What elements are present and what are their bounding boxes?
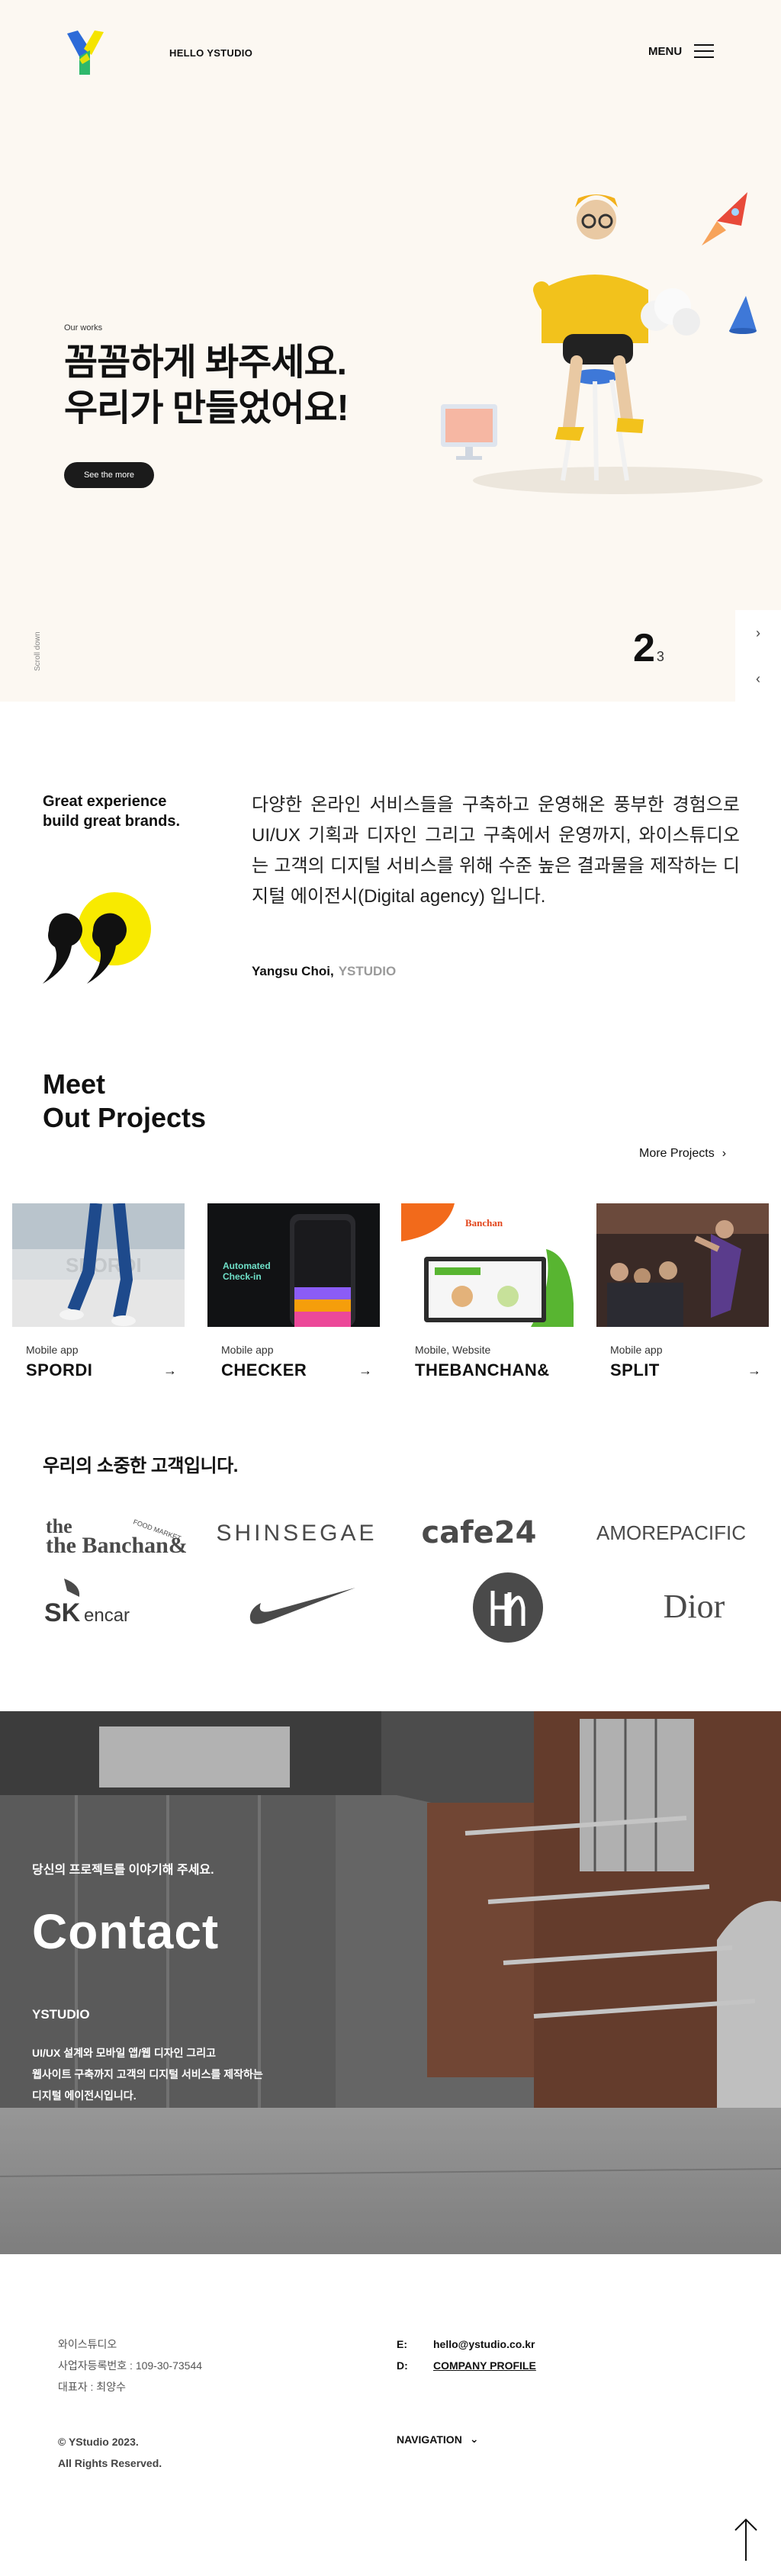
contact-desc-line: 디지털 에이전시입니다.	[32, 2089, 137, 2102]
project-name: SPLIT	[610, 1360, 660, 1380]
hero-section: HELLO YSTUDIO MENU Our works 꼼꼼하게 봐주세요. …	[0, 0, 781, 702]
footer-contact-info: E: hello@ystudio.co.kr D: COMPANY PROFILE	[397, 2333, 536, 2376]
project-thumbnail: Banchan	[401, 1203, 574, 1327]
project-category: Mobile app	[610, 1344, 663, 1356]
more-projects-link[interactable]: More Projects ›	[639, 1147, 726, 1161]
client-logo-skencar: SK encar	[41, 1574, 156, 1632]
chevron-right-icon: ›	[722, 1147, 727, 1160]
svg-text:Check-in: Check-in	[223, 1271, 262, 1282]
scroll-to-top-icon[interactable]	[732, 2517, 760, 2562]
svg-text:encar: encar	[84, 1605, 130, 1626]
contact-desc-line: 웹사이트 구축까지 고객의 디지털 서비스를 제작하는	[32, 2068, 263, 2080]
slide-counter: 23	[633, 625, 664, 671]
company-profile-link[interactable]: COMPANY PROFILE	[433, 2359, 536, 2372]
hero-eyebrow: Our works	[64, 323, 103, 332]
footer-navigation-toggle[interactable]: NAVIGATION ⌄	[397, 2433, 479, 2446]
contact-brand: YSTUDIO	[32, 2007, 90, 2022]
footer-company-info: 와이스튜디오 사업자등록번호 : 109-30-73544 대표자 : 최양수	[58, 2333, 202, 2398]
project-thumbnail	[596, 1203, 769, 1327]
client-logo-nike	[246, 1577, 360, 1630]
footer-company: 와이스튜디오	[58, 2338, 117, 2350]
slide-controls: › ‹	[735, 610, 781, 702]
copyright-line: All Rights Reserved.	[58, 2457, 162, 2469]
slide-total: 3	[656, 649, 664, 664]
arrow-right-icon: →	[358, 1362, 372, 1378]
client-logo-cafe24: cafe24	[421, 1515, 537, 1550]
footer-copyright: © YStudio 2023. All Rights Reserved.	[58, 2431, 162, 2474]
footer-nav-label: NAVIGATION	[397, 2433, 462, 2446]
project-category: Mobile app	[221, 1344, 274, 1356]
project-category: Mobile, Website	[415, 1344, 491, 1356]
about-heading: Great experience build great brands.	[43, 793, 181, 830]
project-cards: SPORDI Mobile app SPORDI → Automated Che…	[12, 1203, 781, 1386]
hamburger-icon	[694, 44, 715, 58]
hero-title-line-1: 꼼꼼하게 봐주세요.	[64, 342, 347, 383]
brand-text[interactable]: HELLO YSTUDIO	[169, 47, 252, 59]
slide-current: 2	[633, 626, 655, 670]
author-name: Yangsu Choi,	[252, 964, 334, 978]
footer-doc-key: D:	[397, 2359, 408, 2372]
project-thumbnail: SPORDI	[12, 1203, 185, 1327]
ystudio-logo[interactable]	[64, 29, 107, 76]
contact-subtitle: 당신의 프로젝트를 이야기해 주세요.	[32, 1864, 214, 1877]
about-body: 다양한 온라인 서비스들을 구축하고 운영해온 풍부한 경험으로 UI/UX 기…	[252, 795, 740, 907]
client-logo-grid: the the Banchan& FOOD MARKET SHINSEGAE c…	[31, 1495, 763, 1647]
client-logo-shinsegae: SHINSEGAE	[216, 1521, 378, 1546]
svg-text:SK: SK	[44, 1598, 81, 1627]
client-logo-dior: Dior	[663, 1587, 725, 1625]
clients-title: 우리의 소중한 고객입니다.	[43, 1456, 238, 1476]
see-more-button[interactable]: See the more	[64, 462, 154, 488]
client-logo-hm	[471, 1571, 545, 1644]
footer-email-link[interactable]: hello@ystudio.co.kr	[433, 2338, 535, 2350]
project-thumbnail: Automated Check-in	[207, 1203, 380, 1327]
contact-section	[0, 1711, 781, 2254]
footer-ceo: 대표자 : 최양수	[58, 2381, 126, 2393]
hero-character-illustration	[441, 192, 763, 494]
copyright-line: © YStudio 2023.	[58, 2436, 139, 2448]
svg-text:Banchan: Banchan	[465, 1217, 503, 1229]
scroll-down-label: Scroll down	[34, 631, 42, 671]
next-slide-icon[interactable]: ›	[756, 625, 760, 641]
project-card-thebanchan[interactable]: Banchan Mobile, Website THEBANCHAN& →	[401, 1203, 574, 1380]
author-company: YSTUDIO	[338, 964, 397, 978]
quote-mark-icon	[43, 892, 151, 984]
arrow-right-icon: →	[163, 1362, 177, 1378]
contact-description: UI/UX 설계와 모바일 앱/웹 디자인 그리고 웹사이트 구축까지 고객의 …	[32, 2042, 307, 2106]
client-logo-thebanchan: the the Banchan& FOOD MARKET	[41, 1505, 186, 1559]
project-name: THEBANCHAN&	[415, 1360, 550, 1380]
contact-desc-line: UI/UX 설계와 모바일 앱/웹 디자인 그리고	[32, 2047, 216, 2059]
client-logo-amorepacific: AMOREPACIFIC	[596, 1521, 746, 1544]
contact-title[interactable]: Contact	[32, 1903, 219, 1960]
arrow-right-icon: →	[747, 1362, 761, 1378]
office-background-image	[0, 1711, 781, 2254]
hero-title: 꼼꼼하게 봐주세요. 우리가 만들었어요!	[64, 340, 349, 432]
more-projects-label: More Projects	[639, 1147, 715, 1160]
project-category: Mobile app	[26, 1344, 79, 1356]
project-card-checker[interactable]: Automated Check-in Mobile app CHECKER →	[207, 1203, 380, 1380]
footer-biz-number: 사업자등록번호 : 109-30-73544	[58, 2359, 203, 2372]
svg-text:Automated: Automated	[223, 1261, 271, 1271]
project-name: SPORDI	[26, 1360, 93, 1380]
author-credit: Yangsu Choi, YSTUDIO	[252, 964, 396, 979]
menu-button[interactable]: MENU	[648, 44, 715, 58]
project-name: CHECKER	[221, 1360, 307, 1380]
prev-slide-icon[interactable]: ‹	[756, 671, 760, 687]
menu-label: MENU	[648, 44, 683, 58]
project-card-split[interactable]: Mobile app SPLIT →	[596, 1203, 769, 1380]
hero-title-line-2: 우리가 만들었어요!	[64, 388, 349, 429]
projects-title: Meet Out Projects	[43, 1068, 207, 1133]
footer-email-key: E:	[397, 2338, 407, 2350]
chevron-down-icon: ⌄	[469, 2433, 479, 2445]
project-card-spordi[interactable]: SPORDI Mobile app SPORDI →	[12, 1203, 185, 1380]
